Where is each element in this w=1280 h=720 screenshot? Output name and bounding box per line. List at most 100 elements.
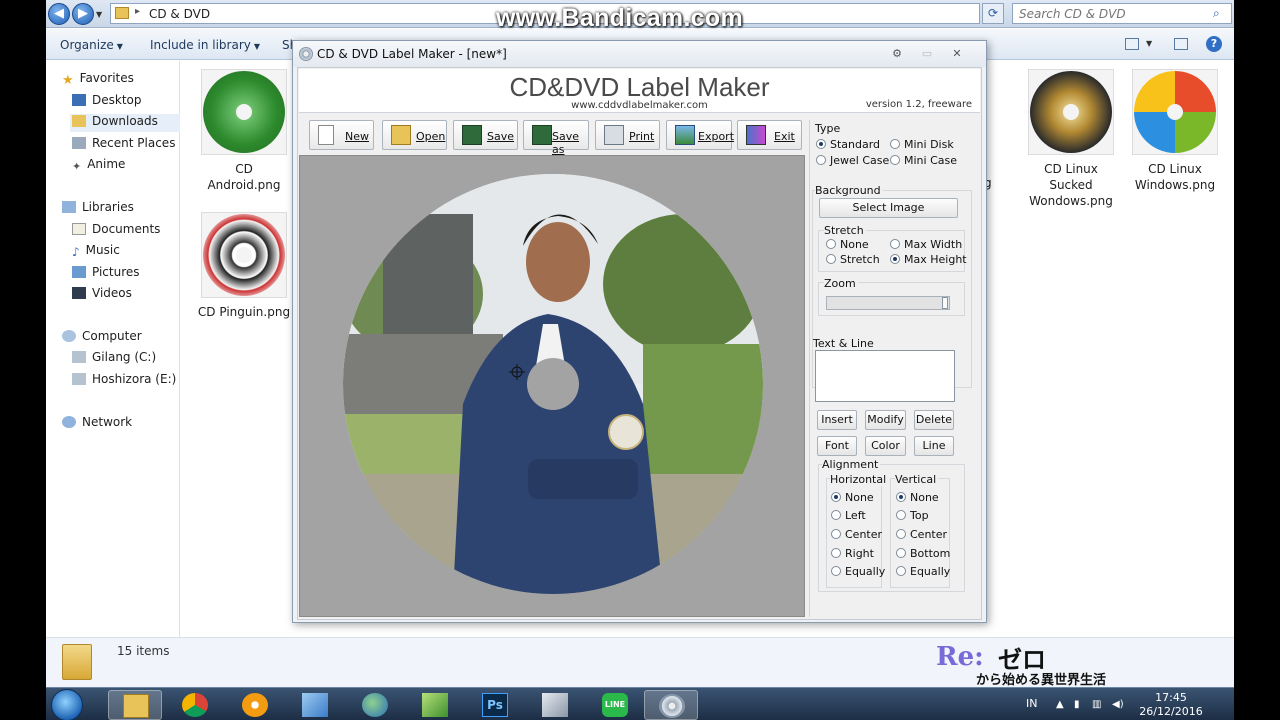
file-cd-pinguin[interactable]: CD Pinguin.png: [196, 212, 292, 320]
cd-label-preview[interactable]: [343, 174, 763, 594]
vertical-bottom-radio[interactable]: Bottom: [896, 547, 950, 560]
vertical-center-radio[interactable]: Center: [896, 528, 947, 541]
nav-item-pictures[interactable]: Pictures: [72, 265, 140, 283]
language-indicator[interactable]: IN: [1026, 697, 1037, 710]
horizontal-equally-radio[interactable]: Equally: [831, 565, 885, 578]
taskbar-editor[interactable]: [528, 690, 582, 720]
zoom-slider[interactable]: [826, 296, 950, 310]
horizontal-center-radio[interactable]: Center: [831, 528, 882, 541]
nav-item-documents[interactable]: Documents: [72, 222, 160, 240]
refresh-button[interactable]: ⟳: [982, 3, 1004, 24]
preview-pane-icon[interactable]: [1174, 38, 1188, 50]
file-cd-android[interactable]: CD Android.png: [196, 69, 292, 193]
type-standard-radio[interactable]: Standard: [816, 138, 880, 151]
select-image-button[interactable]: Select Image: [819, 198, 958, 218]
settings-icon[interactable]: ⚙: [889, 47, 905, 61]
taskbar-media-player[interactable]: [228, 690, 282, 720]
nav-item-downloads[interactable]: Downloads: [70, 114, 180, 132]
recent-pages-chevron-icon[interactable]: ▼: [96, 10, 102, 19]
new-button[interactable]: New: [309, 120, 374, 150]
line-button[interactable]: Line: [914, 436, 954, 456]
vertical-group-label: Vertical: [895, 473, 939, 486]
print-button[interactable]: Print: [595, 120, 660, 150]
nav-item-anime[interactable]: ✦ Anime: [72, 157, 125, 175]
maximize-icon[interactable]: ▭: [919, 47, 935, 61]
type-mini-case-radio[interactable]: Mini Case: [890, 154, 957, 167]
nav-network[interactable]: Network: [62, 415, 132, 433]
save-as-button[interactable]: Save as: [523, 120, 589, 156]
action-center-icon[interactable]: ▮: [1074, 699, 1080, 710]
label-canvas[interactable]: [299, 155, 805, 617]
show-hidden-icons-icon[interactable]: ▲: [1056, 699, 1064, 710]
taskbar-chrome[interactable]: [168, 690, 222, 720]
export-button-label: Export: [698, 130, 735, 143]
view-options-chevron-icon[interactable]: ▼: [1146, 39, 1152, 48]
nav-item-label: Downloads: [92, 114, 158, 128]
clock[interactable]: 17:45 26/12/2016: [1136, 691, 1206, 719]
window-titlebar[interactable]: CD & DVD Label Maker - [new*] ⚙ ▭ ✕: [293, 41, 986, 67]
delete-button[interactable]: Delete: [914, 410, 954, 430]
text-items-list[interactable]: [815, 350, 955, 402]
nav-libraries-label: Libraries: [82, 200, 134, 214]
zoom-slider-thumb[interactable]: [942, 297, 948, 309]
horizontal-none-radio[interactable]: None: [831, 491, 874, 504]
exit-button[interactable]: Exit: [737, 120, 802, 150]
network-status-icon[interactable]: ▥: [1092, 699, 1101, 710]
taskbar-virtualbox[interactable]: [288, 690, 342, 720]
forward-button[interactable]: ▶: [72, 3, 94, 25]
nav-favorites[interactable]: ★ Favorites: [62, 71, 134, 89]
export-button[interactable]: Export: [666, 120, 735, 150]
network-icon: [62, 416, 76, 428]
horizontal-right-radio[interactable]: Right: [831, 547, 874, 560]
taskbar-explorer[interactable]: [108, 690, 162, 720]
radio-selected-icon: [831, 492, 841, 502]
vertical-top-radio[interactable]: Top: [896, 509, 929, 522]
type-mini-disk-radio[interactable]: Mini Disk: [890, 138, 954, 151]
nav-item-music[interactable]: ♪ Music: [72, 243, 120, 261]
vertical-equally-radio[interactable]: Equally: [896, 565, 950, 578]
modify-button[interactable]: Modify: [865, 410, 906, 430]
taskbar-cd-label-maker[interactable]: [644, 690, 698, 720]
stretch-stretch-radio[interactable]: Stretch: [826, 253, 880, 266]
line-app-icon: LINE: [602, 693, 628, 717]
organize-menu[interactable]: Organize ▼: [60, 38, 123, 52]
open-button[interactable]: Open: [382, 120, 447, 150]
back-button[interactable]: ◀: [48, 3, 70, 25]
nav-item-drive-e[interactable]: Hoshizora (E:): [72, 372, 176, 390]
breadcrumb-chevron-icon[interactable]: ▸: [135, 6, 140, 17]
start-button[interactable]: [51, 689, 83, 720]
nav-item-drive-c[interactable]: Gilang (C:): [72, 350, 156, 368]
save-button[interactable]: Save: [453, 120, 518, 150]
type-jewel-case-radio[interactable]: Jewel Case: [816, 154, 889, 167]
file-cd-linux-sucked-wondows[interactable]: CD Linux Sucked Wondows.png: [1023, 69, 1119, 209]
taskbar-photoshop[interactable]: Ps: [468, 690, 522, 720]
change-view-icon[interactable]: [1125, 38, 1139, 50]
horizontal-left-radio[interactable]: Left: [831, 509, 866, 522]
taskbar-network-app[interactable]: [348, 690, 402, 720]
help-icon[interactable]: ?: [1206, 36, 1222, 52]
close-icon[interactable]: ✕: [949, 47, 965, 61]
volume-icon[interactable]: ◀): [1112, 699, 1124, 710]
font-button[interactable]: Font: [817, 436, 857, 456]
stretch-none-radio[interactable]: None: [826, 238, 869, 251]
color-button[interactable]: Color: [865, 436, 906, 456]
search-box[interactable]: ⌕: [1012, 3, 1232, 24]
include-in-library-menu[interactable]: Include in library ▼: [150, 38, 260, 52]
search-icon[interactable]: ⌕: [1213, 6, 1228, 21]
taskbar-line[interactable]: LINE: [588, 690, 642, 720]
stretch-max-height-radio[interactable]: Max Height: [890, 253, 967, 266]
insert-button[interactable]: Insert: [817, 410, 857, 430]
search-input[interactable]: [1013, 4, 1203, 23]
nav-item-desktop[interactable]: Desktop: [72, 93, 142, 111]
move-handle-icon[interactable]: [509, 364, 525, 380]
nav-libraries[interactable]: Libraries: [62, 200, 134, 218]
nav-computer[interactable]: Computer: [62, 329, 142, 347]
vertical-none-radio[interactable]: None: [896, 491, 939, 504]
nav-item-videos[interactable]: Videos: [72, 286, 132, 304]
nav-computer-label: Computer: [82, 329, 142, 343]
stretch-max-width-radio[interactable]: Max Width: [890, 238, 962, 251]
nav-item-recent-places[interactable]: Recent Places: [72, 136, 175, 154]
open-folder-icon: [391, 125, 411, 145]
file-cd-linux-windows[interactable]: CD Linux Windows.png: [1127, 69, 1223, 193]
taskbar-vector-app[interactable]: [408, 690, 462, 720]
